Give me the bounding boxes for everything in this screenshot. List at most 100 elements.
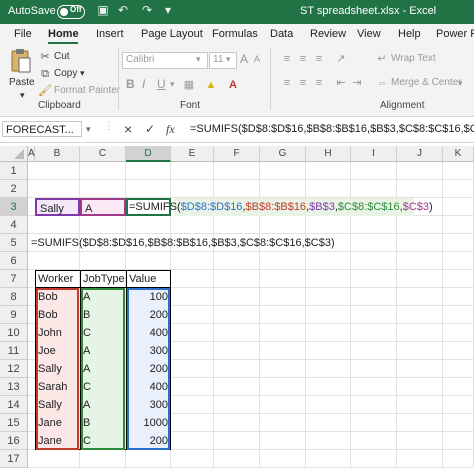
grow-font-button[interactable]: A bbox=[240, 52, 248, 66]
formula-bar-grip-icon[interactable]: ⋮ bbox=[104, 121, 114, 132]
underline-dropdown-icon[interactable]: ▾ bbox=[170, 79, 175, 90]
undo-icon[interactable]: ↶ bbox=[115, 3, 131, 19]
row-header-13[interactable]: 13 bbox=[0, 378, 28, 396]
tab-insert[interactable]: Insert bbox=[96, 28, 124, 40]
align-center-icon[interactable]: ≡ bbox=[296, 76, 310, 90]
align-middle-icon[interactable]: ≡ bbox=[296, 52, 310, 66]
formula-token: $B$3 bbox=[309, 201, 335, 213]
merge-center-icon[interactable]: ⇔ bbox=[375, 76, 389, 90]
redo-icon[interactable]: ↷ bbox=[139, 3, 155, 19]
column-header-h[interactable]: H bbox=[306, 146, 351, 162]
font-group-label: Font bbox=[180, 100, 201, 111]
formula-token: $D$8:$D$16 bbox=[180, 201, 243, 213]
font-name-box[interactable]: Calibri ▾ bbox=[122, 52, 208, 69]
row-header-1[interactable]: 1 bbox=[0, 162, 28, 180]
row-header-15[interactable]: 15 bbox=[0, 414, 28, 432]
column-header-k[interactable]: K bbox=[443, 146, 474, 162]
merge-center-button[interactable]: Merge & Center bbox=[391, 77, 462, 88]
format-painter-button[interactable]: Format Painter bbox=[54, 85, 120, 96]
ribbon: Paste ▾ ✂ Cut ⧉ Copy ▾ 🖌 Format Painter … bbox=[0, 44, 474, 117]
align-top-icon[interactable]: ≡ bbox=[280, 52, 294, 66]
row-header-14[interactable]: 14 bbox=[0, 396, 28, 414]
select-all-corner[interactable] bbox=[0, 146, 28, 162]
fx-icon[interactable]: fx bbox=[166, 122, 175, 137]
column-header-f[interactable]: F bbox=[214, 146, 260, 162]
row-header-9[interactable]: 9 bbox=[0, 306, 28, 324]
tab-home[interactable]: Home bbox=[48, 28, 79, 40]
underline-button[interactable]: U bbox=[157, 77, 166, 91]
name-box[interactable]: FORECAST... bbox=[2, 121, 82, 137]
italic-button[interactable]: I bbox=[142, 77, 145, 91]
column-header-g[interactable]: G bbox=[260, 146, 306, 162]
fill-color-icon[interactable]: ▲ bbox=[204, 78, 218, 92]
cell-b3[interactable]: Sally bbox=[35, 198, 80, 216]
column-header-e[interactable]: E bbox=[171, 146, 214, 162]
copy-icon[interactable]: ⧉ bbox=[38, 67, 52, 81]
range-outline-values bbox=[127, 288, 170, 450]
cell-a5[interactable]: =SUMIFS($D$8:$D$16,$B$8:$B$16,$B$3,$C$8:… bbox=[28, 234, 428, 252]
autosave-toggle[interactable]: Off bbox=[57, 5, 85, 19]
shrink-font-button[interactable]: A bbox=[254, 54, 260, 64]
align-left-icon[interactable]: ≡ bbox=[280, 76, 294, 90]
paste-icon[interactable] bbox=[10, 48, 32, 74]
column-header-i[interactable]: I bbox=[351, 146, 397, 162]
row-header-12[interactable]: 12 bbox=[0, 360, 28, 378]
name-box-value: FORECAST... bbox=[6, 124, 74, 136]
range-outline-jobtypes bbox=[81, 288, 125, 450]
cancel-icon[interactable]: × bbox=[124, 121, 132, 137]
tab-page-layout[interactable]: Page Layout bbox=[141, 28, 203, 40]
row-header-5[interactable]: 5 bbox=[0, 234, 28, 252]
column-header-b[interactable]: B bbox=[35, 146, 80, 162]
row-header-3[interactable]: 3 bbox=[0, 198, 28, 216]
tab-formulas[interactable]: Formulas bbox=[212, 28, 258, 40]
row-header-11[interactable]: 11 bbox=[0, 342, 28, 360]
row-header-17[interactable]: 17 bbox=[0, 450, 28, 468]
column-header-a[interactable]: A bbox=[28, 146, 35, 162]
column-header-d[interactable]: D bbox=[126, 146, 171, 162]
paste-dropdown-icon[interactable]: ▾ bbox=[20, 90, 25, 101]
row-header-6[interactable]: 6 bbox=[0, 252, 28, 270]
column-header-j[interactable]: J bbox=[397, 146, 443, 162]
font-size-dropdown-icon[interactable]: ▾ bbox=[226, 54, 231, 65]
save-icon[interactable]: ▣ bbox=[95, 3, 111, 19]
font-name-dropdown-icon[interactable]: ▾ bbox=[196, 54, 201, 65]
tab-file[interactable]: File bbox=[14, 28, 32, 40]
copy-button[interactable]: Copy bbox=[54, 68, 77, 79]
tab-help[interactable]: Help bbox=[398, 28, 421, 40]
customize-toolbar-icon[interactable]: ▾ bbox=[160, 3, 176, 19]
cell-c3[interactable]: A bbox=[80, 198, 126, 216]
row-header-4[interactable]: 4 bbox=[0, 216, 28, 234]
merge-dropdown-icon[interactable]: ▾ bbox=[458, 78, 463, 89]
ribbon-separator bbox=[270, 48, 271, 110]
bold-button[interactable]: B bbox=[126, 77, 135, 91]
tab-review[interactable]: Review bbox=[310, 28, 346, 40]
cut-icon[interactable]: ✂ bbox=[38, 50, 52, 64]
tab-power-pi[interactable]: Power Pi bbox=[436, 28, 474, 40]
decrease-indent-icon[interactable]: ⇤ bbox=[334, 76, 348, 90]
title-bar: AutoSave Off ▣ ↶ ↷ ▾ ST spreadsheet.xlsx… bbox=[0, 0, 474, 24]
font-size-box[interactable]: 11 ▾ bbox=[209, 52, 237, 69]
font-color-icon[interactable]: A bbox=[226, 78, 240, 92]
row-header-8[interactable]: 8 bbox=[0, 288, 28, 306]
format-painter-icon[interactable]: 🖌 bbox=[38, 84, 52, 98]
copy-dropdown-icon[interactable]: ▾ bbox=[80, 68, 85, 79]
enter-icon[interactable]: ✓ bbox=[145, 122, 155, 136]
increase-indent-icon[interactable]: ⇥ bbox=[350, 76, 364, 90]
column-header-c[interactable]: C bbox=[80, 146, 126, 162]
row-header-10[interactable]: 10 bbox=[0, 324, 28, 342]
row-header-7[interactable]: 7 bbox=[0, 270, 28, 288]
row-header-16[interactable]: 16 bbox=[0, 432, 28, 450]
orientation-icon[interactable]: ↗ bbox=[334, 52, 348, 66]
wrap-text-icon[interactable]: ↵ bbox=[375, 52, 389, 66]
cut-button[interactable]: Cut bbox=[54, 51, 70, 62]
formula-input[interactable]: =SUMIFS($D$8:$D$16,$B$8:$B$16,$B$3,$C$8:… bbox=[190, 123, 474, 135]
wrap-text-button[interactable]: Wrap Text bbox=[391, 53, 436, 64]
tab-data[interactable]: Data bbox=[270, 28, 293, 40]
borders-icon[interactable]: ▦ bbox=[182, 78, 196, 92]
tab-view[interactable]: View bbox=[357, 28, 381, 40]
name-box-dropdown-icon[interactable]: ▾ bbox=[86, 124, 91, 135]
paste-button[interactable]: Paste bbox=[9, 77, 35, 88]
row-header-2[interactable]: 2 bbox=[0, 180, 28, 198]
align-right-icon[interactable]: ≡ bbox=[312, 76, 326, 90]
align-bottom-icon[interactable]: ≡ bbox=[312, 52, 326, 66]
